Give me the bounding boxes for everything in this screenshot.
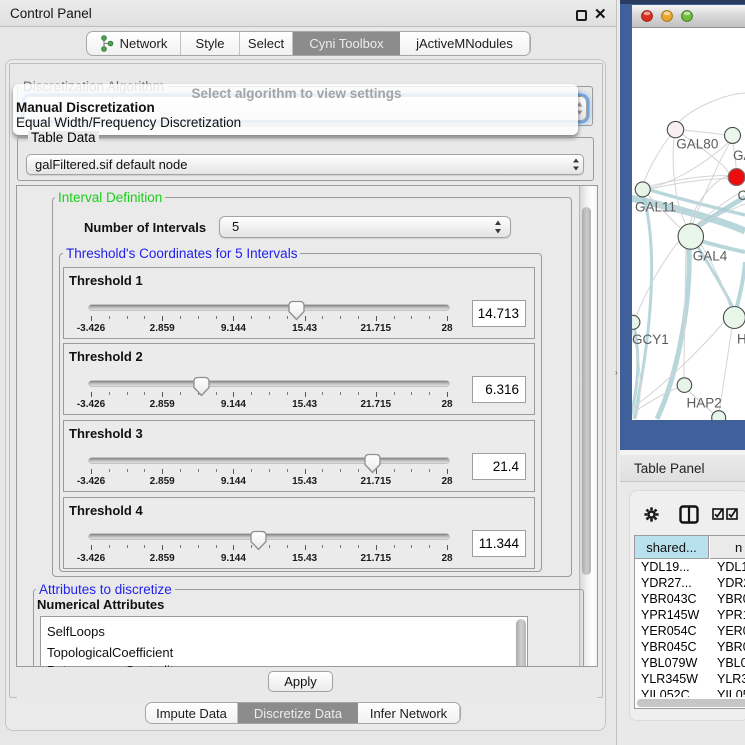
svg-text:HAP2: HAP2 [687, 396, 722, 411]
svg-text:GA: GA [733, 148, 745, 163]
svg-text:H: H [737, 332, 745, 347]
svg-text:GCY1: GCY1 [632, 332, 669, 347]
svg-text:GAL4: GAL4 [693, 249, 728, 264]
svg-text:GAL11: GAL11 [635, 200, 676, 215]
svg-text:C: C [738, 188, 745, 203]
svg-text:GAL80: GAL80 [676, 137, 718, 152]
